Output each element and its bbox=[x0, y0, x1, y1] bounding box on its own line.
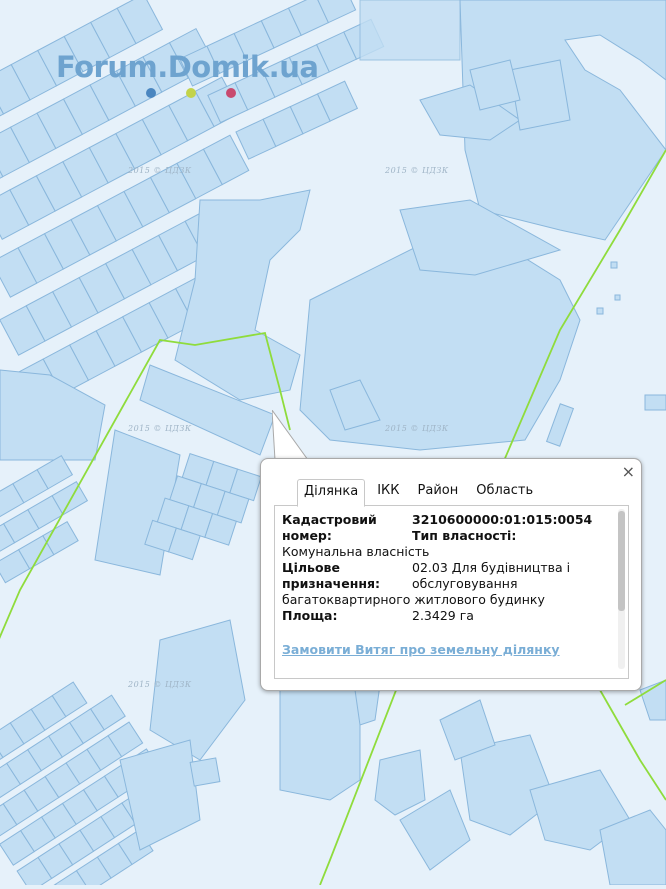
copyright-label: 2015 © ЦДЗК bbox=[385, 166, 449, 175]
close-icon[interactable]: × bbox=[622, 463, 635, 481]
purpose-value: 02.03 Для будівництва і bbox=[412, 560, 571, 575]
scrollbar-thumb[interactable] bbox=[618, 511, 625, 611]
popup-pointer bbox=[272, 410, 314, 462]
parcel-details: Кадастровий 3210600000:01:015:0054 номер… bbox=[282, 512, 612, 624]
logo-dot-pink bbox=[226, 88, 236, 98]
tab-parcel[interactable]: Ділянка bbox=[297, 479, 366, 507]
parcel-details-panel[interactable]: Кадастровий 3210600000:01:015:0054 номер… bbox=[274, 505, 629, 679]
cadastral-label-cont: номер: bbox=[282, 528, 332, 543]
map-layer bbox=[0, 0, 666, 889]
tab-district[interactable]: Район bbox=[412, 479, 465, 505]
tab-ikk[interactable]: ІКК bbox=[371, 479, 405, 505]
copyright-label: 2015 © ЦДЗК bbox=[128, 166, 192, 175]
purpose-value-cont2: багатоквартирного житлового будинку bbox=[282, 592, 545, 607]
purpose-label-cont: призначення: bbox=[282, 576, 381, 591]
forum-domik-watermark: Forum.Domik.ua bbox=[56, 50, 336, 106]
copyright-label: 2015 © ЦДЗК bbox=[128, 424, 192, 433]
map-canvas[interactable]: Forum.Domik.ua 2015 © ЦДЗК 2015 © ЦДЗК 2… bbox=[0, 0, 666, 889]
popup-scrollbar[interactable] bbox=[618, 509, 625, 669]
order-extract-link[interactable]: Замовити Витяг про земельну ділянку bbox=[282, 642, 560, 657]
purpose-label: Цільове bbox=[282, 560, 340, 575]
ownership-label: Тип власності: bbox=[412, 528, 517, 543]
purpose-value-cont: обслуговування bbox=[412, 576, 518, 591]
ownership-value: Комунальна власність bbox=[282, 544, 430, 559]
logo-dot-green bbox=[186, 88, 196, 98]
logo-dot-blue bbox=[146, 88, 156, 98]
watermark-text: Forum.Domik.ua bbox=[56, 50, 319, 84]
copyright-label: 2015 © ЦДЗК bbox=[385, 424, 449, 433]
copyright-label: 2015 © ЦДЗК bbox=[128, 680, 192, 689]
parcel-info-popup: × Ділянка ІКК Район Область Кадастровий … bbox=[260, 458, 642, 691]
cadastral-number: 3210600000:01:015:0054 bbox=[412, 512, 593, 527]
area-value: 2.3429 га bbox=[412, 608, 474, 623]
popup-tabs: Ділянка ІКК Район Область bbox=[297, 479, 545, 507]
area-label: Площа: bbox=[282, 608, 338, 623]
cadastral-label: Кадастровий bbox=[282, 512, 377, 527]
tab-region[interactable]: Область bbox=[470, 479, 539, 505]
